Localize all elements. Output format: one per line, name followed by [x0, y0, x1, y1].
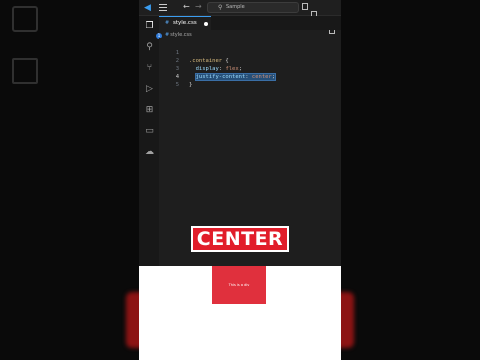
remote-explorer-icon	[12, 58, 38, 84]
extensions-icon	[12, 6, 38, 32]
code-line: 4 }	[159, 65, 193, 88]
docker-icon[interactable]: ☁	[144, 147, 155, 158]
editor-tabs: # style.css	[159, 16, 341, 30]
back-arrow-icon[interactable]: ←	[183, 2, 190, 11]
vscode-logo-icon: ◀	[144, 3, 151, 13]
extensions-icon[interactable]: ⊞	[144, 105, 155, 116]
search-icon[interactable]: ⚲	[144, 42, 155, 53]
docker-icon	[12, 110, 38, 136]
line-number: 5	[175, 82, 179, 88]
open-brace: {	[222, 58, 229, 64]
center-caption: CENTER	[191, 226, 289, 252]
colon: :	[245, 74, 252, 80]
css-selector: .container	[189, 58, 223, 64]
toggle-sidebar-icon[interactable]	[302, 3, 308, 10]
search-icon: ⚲	[218, 4, 223, 11]
css-value: flex	[225, 66, 239, 72]
semicolon: ;	[271, 74, 276, 80]
browser-preview: This is a div	[139, 266, 341, 360]
explorer-icon[interactable]: ❐ 1	[144, 21, 162, 39]
css-file-icon: #	[165, 20, 170, 26]
semicolon: ;	[238, 66, 242, 72]
command-search-input[interactable]: ⚲ Sample	[207, 2, 299, 13]
close-brace: }	[189, 82, 193, 88]
search-text: Sample	[226, 4, 245, 10]
code-line: 3 justify-content: center;	[159, 57, 277, 81]
forward-arrow-icon[interactable]: →	[195, 2, 202, 11]
tab-label: style.css	[173, 20, 197, 26]
unsaved-dot-icon[interactable]	[204, 22, 208, 26]
menu-icon[interactable]	[159, 4, 167, 11]
source-control-icon[interactable]: ⑂	[144, 63, 155, 74]
css-property: display	[195, 66, 219, 72]
preview-div: This is a div	[212, 266, 266, 304]
title-bar: ◀ ← → ⚲ Sample	[139, 0, 341, 34]
highlighted-declaration: justify-content: center;	[194, 73, 277, 81]
css-property: justify-content	[195, 74, 246, 80]
remote-explorer-icon[interactable]: ▭	[144, 126, 155, 137]
css-value: center	[251, 74, 272, 80]
tab-style-css[interactable]: # style.css	[159, 16, 211, 30]
code-line: 2 display: flex;	[159, 49, 242, 72]
activity-bar: ❐ 1 ⚲ ⑂ ▷ ⊞ ▭ ☁	[139, 16, 162, 266]
code-line: 5	[159, 73, 179, 88]
code-line: 1 .container {	[159, 41, 229, 64]
run-debug-icon[interactable]: ▷	[144, 84, 155, 95]
